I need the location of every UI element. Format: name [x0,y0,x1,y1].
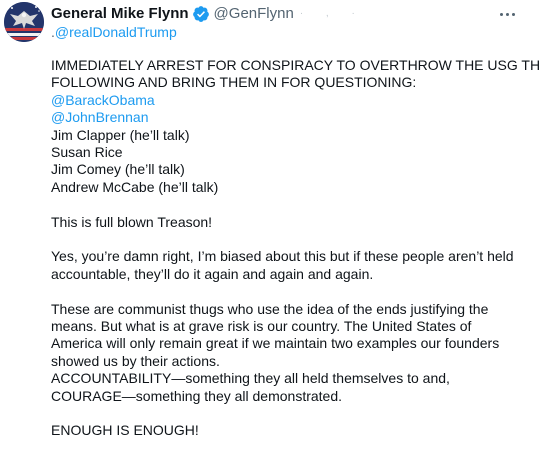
mention-johnbrennan[interactable]: @JohnBrennan [51,109,521,126]
name-line: Andrew McCabe (he’ll talk) [51,178,219,195]
more-options-icon[interactable] [493,6,521,22]
text-line: Yes, you’re damn right, I’m biased about… [51,248,514,265]
text-line: These are communist thugs who use the id… [51,300,489,317]
text-line: showed us by their actions. [51,352,220,369]
display-name[interactable]: General Mike Flynn [51,4,189,24]
faint-marks: · , · [299,8,365,19]
tweet: General Mike Flynn @GenFlynn · , · .@rea… [0,0,539,457]
name-line: Susan Rice [51,144,123,161]
mention-realdonaldtrump[interactable]: @realDonaldTrump [55,24,177,40]
text-line: ACCOUNTABILITY—something they all held t… [51,370,450,387]
avatar[interactable] [4,2,44,42]
mention-barackobama[interactable]: @BarackObama [51,92,521,109]
text-line: FOLLOWING AND BRING THEM IN FOR QUESTION… [51,74,417,91]
verified-badge-icon [192,5,210,23]
text-line: COURAGE—something they all demonstrated. [51,387,343,404]
tweet-header: General Mike Flynn @GenFlynn · , · [51,4,499,24]
tweet-text: IMMEDIATELY ARREST FOR CONSPIRACY TO OVE… [51,57,539,440]
eagle-flag-avatar-icon [4,2,44,42]
closing-line: ENOUGH IS ENOUGH! [51,422,199,439]
name-line: Jim Clapper (he’ll talk) [51,126,190,143]
text-line: accountable, they’ll do it again and aga… [51,265,374,282]
text-line: means. But what is at grave risk is our … [51,318,472,335]
text-line: America will only remain great if we mai… [51,335,500,352]
user-handle[interactable]: @GenFlynn [214,4,294,24]
treason-line: This is full blown Treason! [51,213,213,230]
text-line: IMMEDIATELY ARREST FOR CONSPIRACY TO OVE… [51,57,539,73]
reply-mention-line: .@realDonaldTrump [51,23,177,41]
name-line: Jim Comey (he’ll talk) [51,161,185,178]
